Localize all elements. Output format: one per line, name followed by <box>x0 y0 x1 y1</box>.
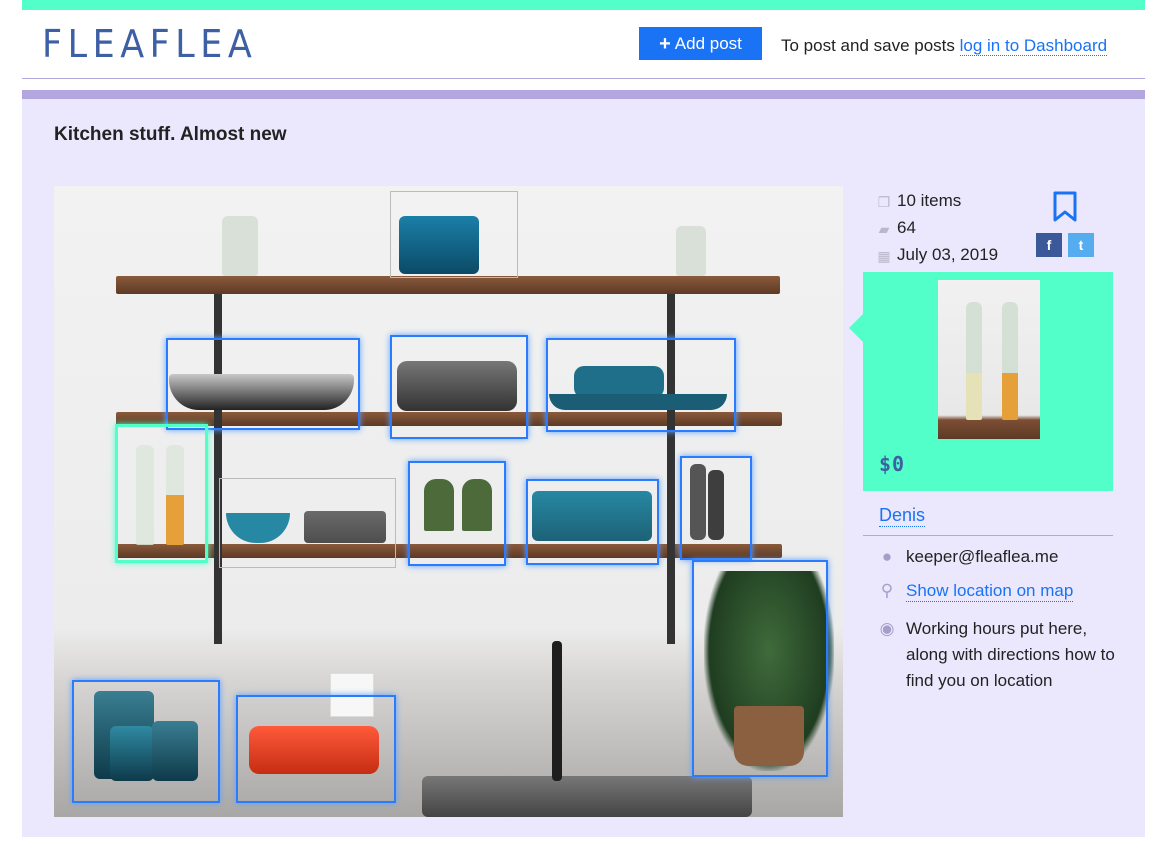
item-box-bowls-plates[interactable] <box>219 478 396 568</box>
faucet <box>552 641 562 781</box>
copy-icon: ❐ <box>877 193 891 210</box>
item-box-cacti[interactable] <box>408 461 506 566</box>
site-header: FLEAFLEA + Add post To post and save pos… <box>22 10 1145 79</box>
post-title: Kitchen stuff. Almost new <box>54 124 287 145</box>
compass-icon: ◉ <box>879 619 895 638</box>
calendar-icon: ▦ <box>877 247 891 264</box>
map-marker-icon: ⚲ <box>880 581 894 600</box>
selected-item-thumbnail[interactable] <box>938 280 1040 439</box>
briefcase-icon: ▰ <box>878 220 890 237</box>
item-box-stockpot[interactable] <box>390 191 518 278</box>
item-box-baking-dish[interactable] <box>236 695 396 803</box>
hours-row: ◉ Working hours put here, along with dir… <box>877 616 1117 694</box>
post-date: July 03, 2019 <box>897 244 999 264</box>
selected-item-price: $0 <box>879 452 906 476</box>
views-count: 64 <box>897 217 916 237</box>
item-box-dishes[interactable] <box>526 479 659 565</box>
plus-icon: + <box>659 32 671 55</box>
email-row: ● keeper@fleaflea.me <box>877 547 1059 567</box>
location-row: ⚲ Show location on map <box>877 581 1074 602</box>
login-dashboard-link[interactable]: log in to Dashboard <box>959 36 1108 56</box>
add-post-button[interactable]: + Add post <box>639 27 762 60</box>
views-row: ▰ 64 <box>877 214 998 241</box>
bottle-right <box>166 445 184 545</box>
contact-email[interactable]: keeper@fleaflea.me <box>906 547 1058 567</box>
selected-item-card: $0 <box>849 272 1113 491</box>
content-accent-bar <box>22 90 1145 99</box>
login-prompt: To post and save posts log in to Dashboa… <box>781 36 1108 56</box>
item-box-fern[interactable] <box>692 560 828 777</box>
login-prompt-text: To post and save posts <box>781 36 955 55</box>
thumb-bottle-left <box>966 302 982 420</box>
bottle-left <box>136 445 154 545</box>
bookmark-icon[interactable] <box>1052 191 1078 223</box>
item-box-canisters[interactable] <box>72 680 220 803</box>
owner-link[interactable]: Denis <box>879 505 926 527</box>
vase-left <box>222 216 258 276</box>
items-count: 10 items <box>897 190 962 210</box>
date-row: ▦ July 03, 2019 <box>877 241 998 268</box>
show-location-link[interactable]: Show location on map <box>906 581 1074 602</box>
top-shelf <box>116 276 780 294</box>
item-box-frying-pan[interactable] <box>166 338 360 430</box>
vase-right <box>676 226 706 276</box>
add-post-label: Add post <box>674 33 742 53</box>
item-box-oil-bottles[interactable] <box>115 424 208 563</box>
item-box-mills[interactable] <box>680 456 752 560</box>
post-photo <box>54 186 843 817</box>
facebook-icon[interactable]: f <box>1036 233 1062 257</box>
comments-icon: ● <box>881 547 893 566</box>
thumb-bottle-right <box>1002 302 1018 420</box>
item-box-blue-cookware[interactable] <box>546 338 736 432</box>
post-panel: Kitchen stuff. Almost new ❐ 10 items ▰ 6… <box>22 99 1145 837</box>
sink <box>422 776 752 817</box>
owner-divider <box>863 535 1113 536</box>
item-box-dutch-oven[interactable] <box>390 335 528 439</box>
items-count-row: ❐ 10 items <box>877 187 998 214</box>
site-logo[interactable]: FLEAFLEA <box>42 22 257 66</box>
twitter-icon[interactable]: t <box>1068 233 1094 257</box>
top-accent-bar <box>22 0 1145 10</box>
post-meta: ❐ 10 items ▰ 64 ▦ July 03, 2019 <box>877 187 998 268</box>
working-hours: Working hours put here, along with direc… <box>906 619 1115 690</box>
